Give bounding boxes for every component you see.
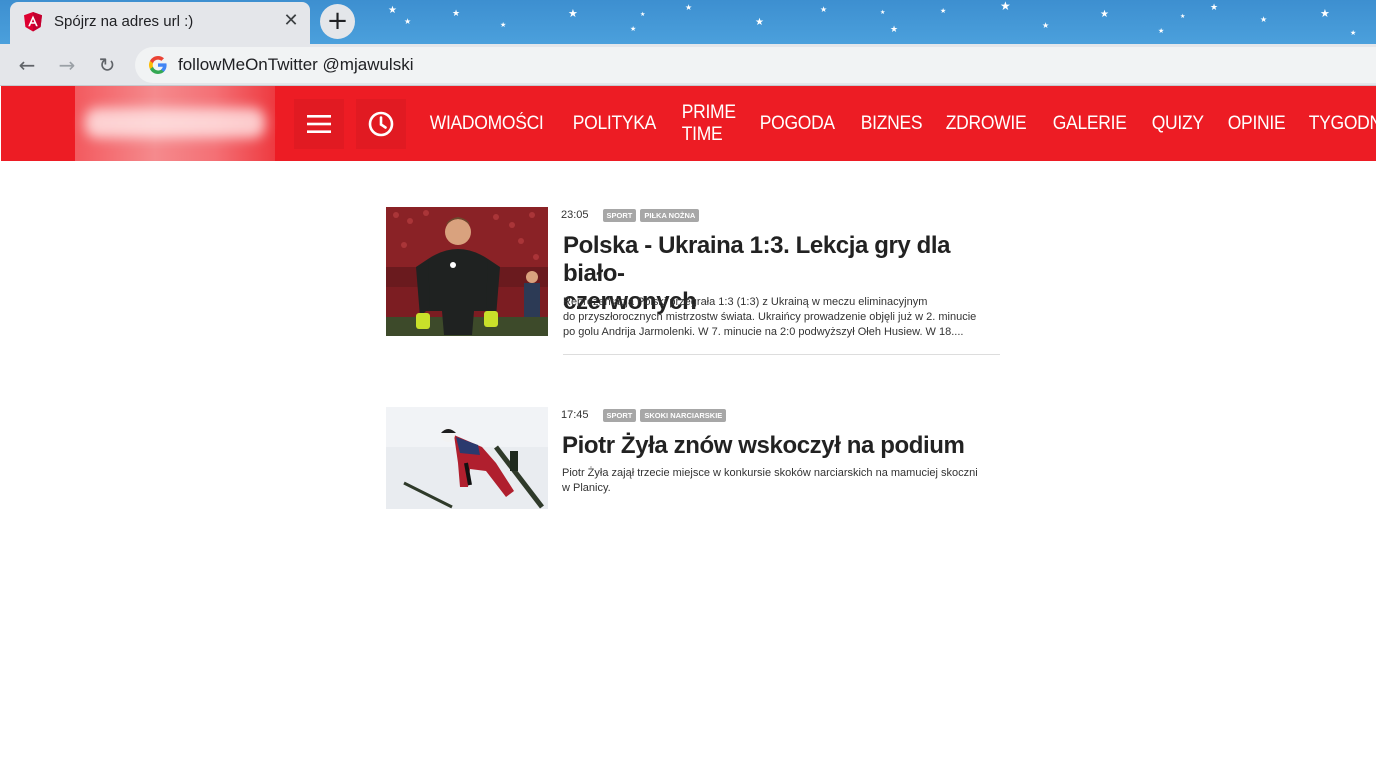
- clock-icon: [368, 111, 394, 137]
- latest-news-button[interactable]: [356, 99, 406, 149]
- article-lead-line: do przyszłorocznych mistrzostw świata. U…: [563, 311, 977, 323]
- article-meta: 17:45 SPORT SKOKI NARCIARSKIE: [561, 407, 727, 423]
- url-text: followMeOnTwitter @mjawulski: [178, 55, 414, 74]
- nav-item-quizy[interactable]: QUIZY: [1143, 113, 1213, 135]
- article-lead-line: w Planicy.: [562, 482, 611, 494]
- article-card[interactable]: 23:05 SPORT PIŁKA NOŻNA Polska - Ukraina…: [386, 207, 1006, 357]
- google-icon: [149, 56, 167, 74]
- article-lead: Reprezentacja Polski przegrała 1:3 (1:3)…: [563, 295, 998, 340]
- article-title-line: Polska - Ukraina 1:3. Lekcja gry dla bia…: [563, 232, 951, 287]
- tag-skoki-narciarskie[interactable]: SKOKI NARCIARSKIE: [640, 408, 727, 422]
- browser-toolbar: ← → ↻ followMeOnTwitter @mjawulski: [0, 44, 1376, 86]
- address-bar[interactable]: followMeOnTwitter @mjawulski: [135, 47, 1376, 83]
- article-lead: Piotr Żyła zajął trzecie miejsce w konku…: [562, 466, 997, 496]
- menu-button[interactable]: [294, 99, 344, 149]
- angular-icon: [24, 12, 42, 32]
- tag-sport[interactable]: SPORT: [602, 208, 637, 222]
- article-time: 17:45: [561, 409, 589, 421]
- article-divider: [563, 354, 1000, 355]
- nav-item-polityka[interactable]: POLITYKA: [564, 113, 665, 135]
- tab-title: Spójrz na adres url :): [54, 13, 194, 30]
- browser-tabstrip: ★ ★ ★ ★ ★ ★ ★ ★ ★ ★ ★ ★ ★ ★ ★ ★ ★ ★ ★ ★ …: [0, 0, 1376, 44]
- article-photo-ski-jumper[interactable]: [386, 407, 548, 509]
- article-time: 23:05: [561, 209, 589, 221]
- reload-button[interactable]: ↻: [93, 52, 121, 80]
- article-card[interactable]: 17:45 SPORT SKOKI NARCIARSKIE Piotr Żyła…: [386, 407, 1006, 509]
- hamburger-icon: [307, 115, 331, 133]
- article-meta: 23:05 SPORT PIŁKA NOŻNA: [561, 207, 700, 223]
- site-header: WIADOMOŚCI POLITYKA PRIME TIME POGODA BIZNES…: [1, 86, 1376, 161]
- new-tab-button[interactable]: +: [320, 4, 355, 39]
- nav-item-opinie[interactable]: OPINIE: [1219, 113, 1294, 135]
- article-title-line: Piotr Żyła znów wskoczył na podium: [562, 432, 965, 459]
- browser-tab[interactable]: Spójrz na adres url :) ✕: [10, 2, 310, 44]
- tag-sport[interactable]: SPORT: [602, 408, 637, 422]
- nav-item-tygodnik[interactable]: TYGODNIK: [1300, 113, 1376, 135]
- article-lead-line: Reprezentacja Polski przegrała 1:3 (1:3)…: [563, 296, 928, 308]
- nav-item-galerie[interactable]: GALERIE: [1044, 113, 1135, 135]
- article-lead-line: Piotr Żyła zajął trzecie miejsce w konku…: [562, 467, 978, 479]
- article-photo-goalkeeper[interactable]: [386, 207, 548, 336]
- nav-item-biznes[interactable]: BIZNES: [852, 113, 931, 135]
- article-lead-line: po golu Andrija Jarmolenki. W 7. minucie…: [563, 326, 964, 338]
- tag-pilka-nozna[interactable]: PIŁKA NOŻNA: [640, 208, 700, 222]
- stars-theme-background: ★ ★ ★ ★ ★ ★ ★ ★ ★ ★ ★ ★ ★ ★ ★ ★ ★ ★ ★ ★ …: [388, 0, 1357, 37]
- forward-button[interactable]: →: [53, 52, 81, 80]
- nav-item-pogoda[interactable]: POGODA: [751, 113, 844, 135]
- nav-item-zdrowie[interactable]: ZDROWIE: [937, 113, 1035, 135]
- nav-item-wiadomości[interactable]: WIADOMOŚCI: [421, 113, 552, 135]
- main-nav: WIADOMOŚCI POLITYKA PRIME TIME POGODA BIZNES…: [421, 86, 1376, 161]
- article-title[interactable]: Piotr Żyła znów wskoczył na podium: [562, 432, 1002, 460]
- nav-item-prime-time[interactable]: PRIME TIME: [673, 102, 744, 146]
- site-logo-blurred[interactable]: [75, 86, 275, 161]
- back-button[interactable]: ←: [13, 52, 41, 80]
- tab-close-icon[interactable]: ✕: [280, 10, 302, 32]
